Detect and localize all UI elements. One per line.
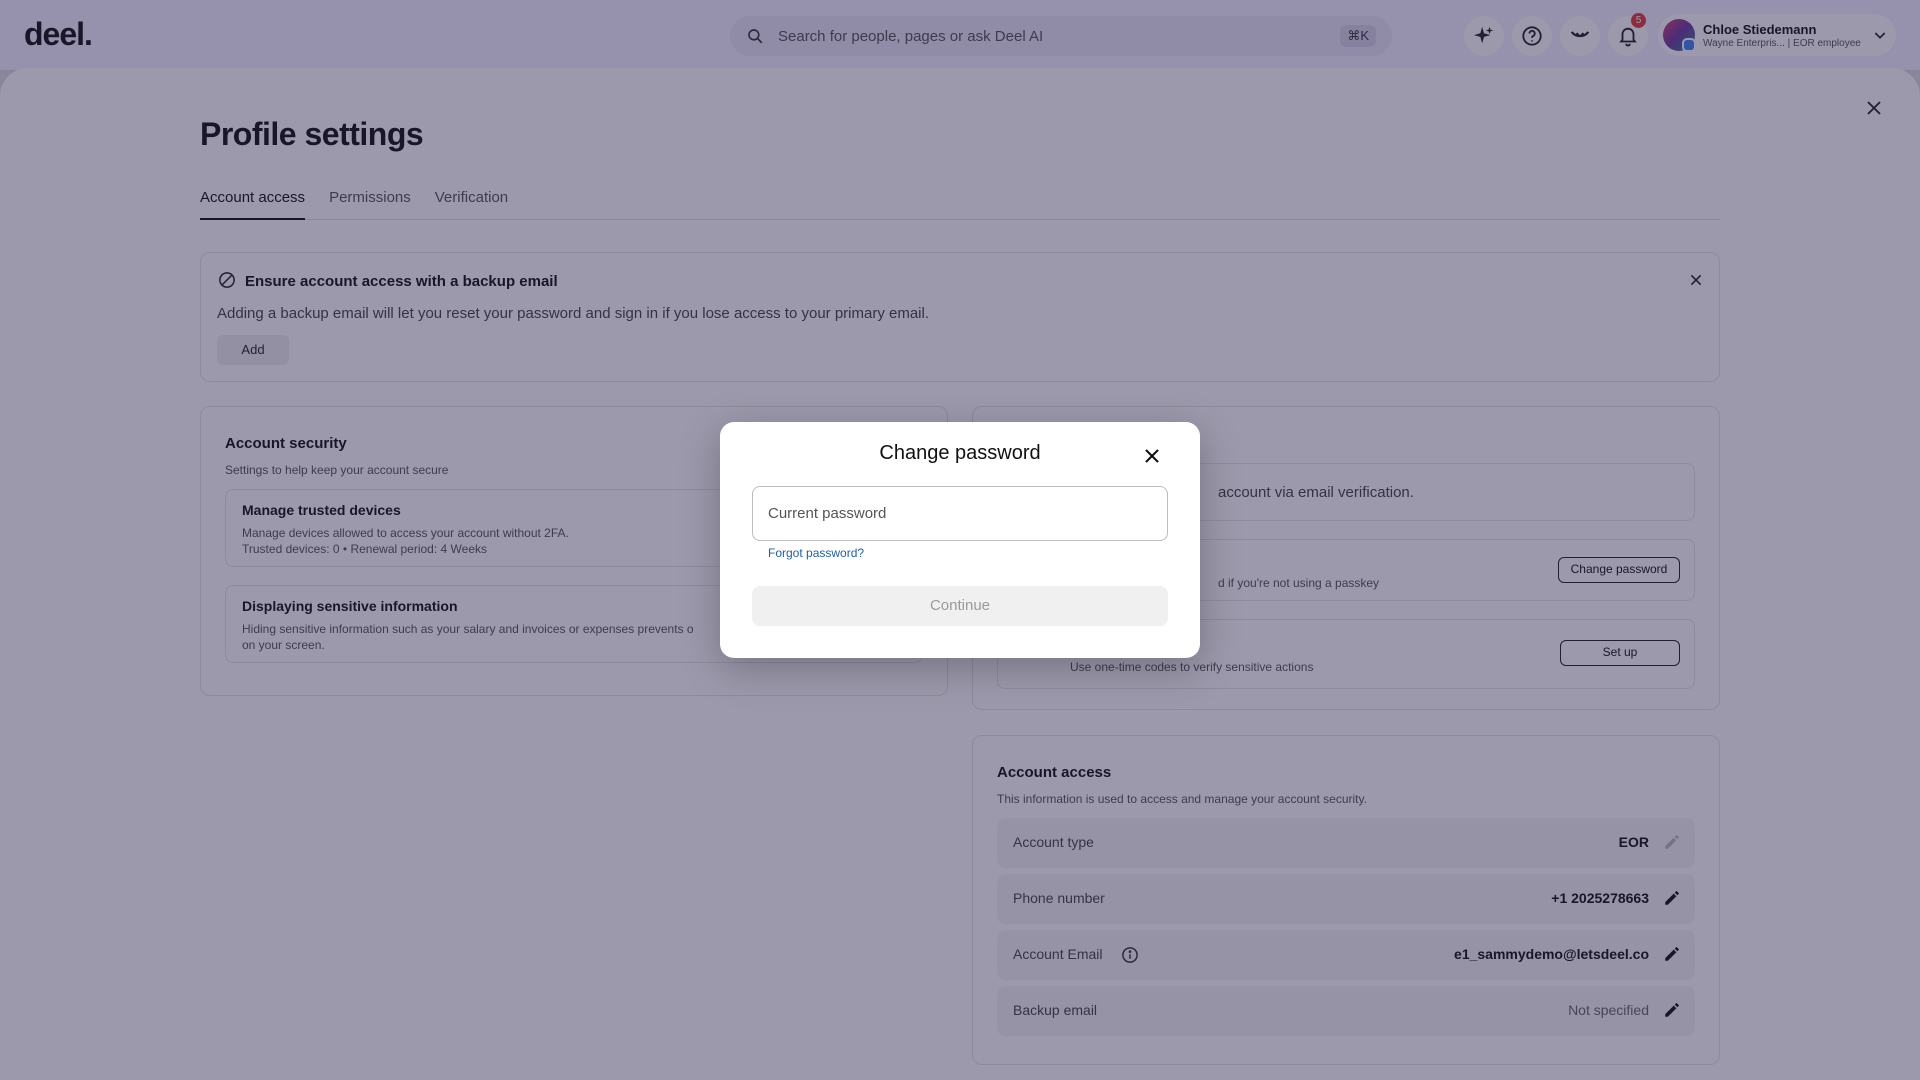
forgot-password-link[interactable]: Forgot password? bbox=[768, 546, 864, 560]
current-password-input[interactable] bbox=[752, 486, 1168, 541]
close-modal-button[interactable] bbox=[1140, 444, 1164, 468]
change-password-modal: Change password Forgot password? Continu… bbox=[720, 422, 1200, 658]
modal-title: Change password bbox=[879, 442, 1041, 464]
continue-button[interactable]: Continue bbox=[752, 586, 1168, 626]
close-icon bbox=[1145, 449, 1159, 463]
